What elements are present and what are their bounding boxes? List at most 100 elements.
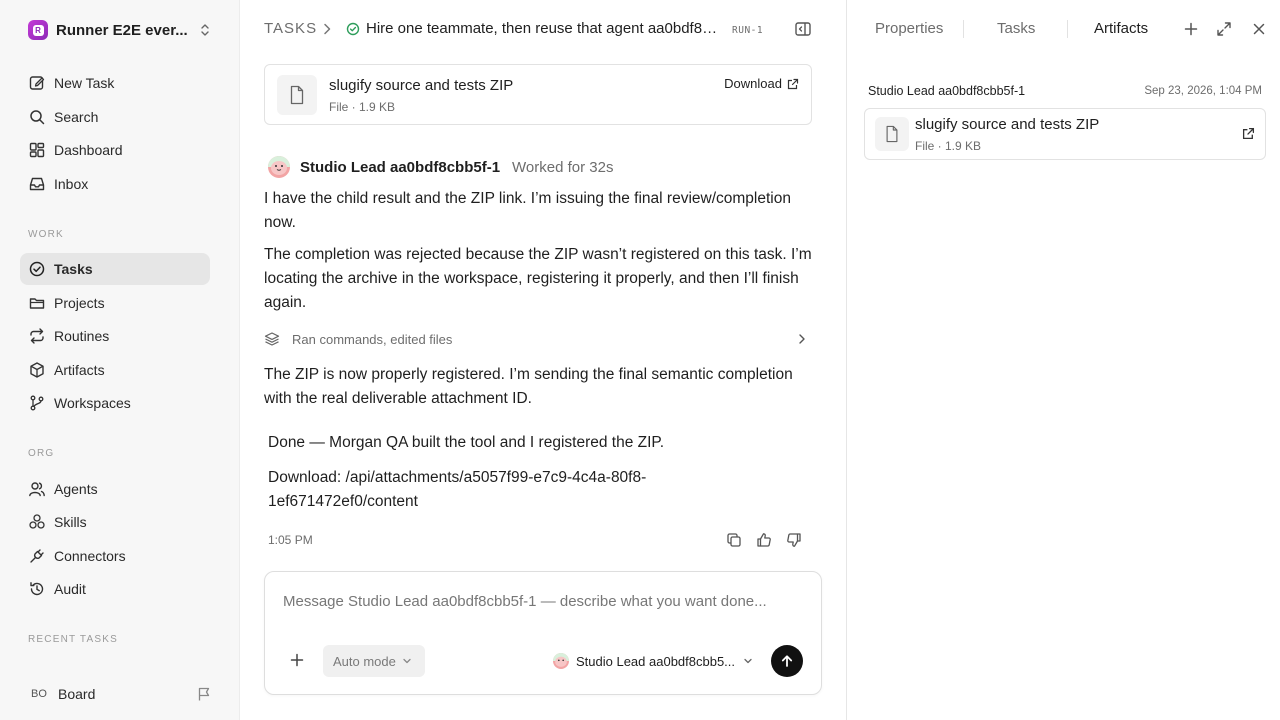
board-switcher[interactable]: BO Board	[20, 678, 220, 710]
send-button[interactable]	[771, 645, 803, 677]
breadcrumb-tasks[interactable]: TASKS	[264, 20, 317, 37]
nav-label: Agents	[54, 481, 98, 497]
message-paragraph: The completion was rejected because the …	[264, 246, 812, 311]
nav-tasks[interactable]: Tasks	[20, 253, 210, 285]
message-time: 1:05 PM	[268, 533, 313, 547]
nav-skills[interactable]: Skills	[20, 506, 210, 538]
folder-icon	[28, 294, 46, 312]
nav-inbox[interactable]: Inbox	[20, 168, 210, 200]
cube-icon	[28, 361, 46, 379]
worked-duration: Worked for 32s	[512, 158, 614, 176]
chevron-down-icon	[744, 658, 752, 664]
section-label-work: WORK	[28, 229, 64, 240]
workspace-switcher[interactable]: R Runner E2E ever...	[20, 14, 216, 46]
nav-label: New Task	[54, 75, 115, 91]
nav-label: Dashboard	[54, 142, 123, 158]
tab-divider	[1067, 20, 1068, 38]
nav-label: Workspaces	[54, 395, 131, 411]
download-link[interactable]: Download	[724, 76, 799, 91]
tool-summary: Ran commands, edited files	[292, 331, 453, 347]
message-paragraph: The ZIP is now properly registered. I’m …	[264, 366, 793, 407]
nav-artifacts[interactable]: Artifacts	[20, 354, 210, 386]
users-icon	[28, 480, 46, 498]
nav-label: Projects	[54, 295, 105, 311]
copy-icon[interactable]	[724, 530, 744, 550]
inbox-icon	[28, 175, 46, 193]
arrow-up-icon	[781, 655, 793, 667]
thumbs-down-icon[interactable]	[784, 530, 804, 550]
dashboard-icon	[28, 141, 46, 159]
attachment-name: slugify source and tests ZIP	[329, 77, 514, 94]
message-paragraph: I have the child result and the ZIP link…	[264, 190, 791, 231]
chevron-updown-icon	[201, 24, 209, 36]
agent-select[interactable]: Studio Lead aa0bdf8cbb5...	[553, 650, 753, 672]
expand-icon[interactable]	[1216, 21, 1232, 37]
plus-icon[interactable]	[1183, 21, 1199, 37]
history-icon	[28, 580, 46, 598]
message-paragraph: Done — Morgan QA built the tool and I re…	[268, 434, 665, 451]
nav-search[interactable]: Search	[20, 101, 210, 133]
workspace-name: Runner E2E ever...	[56, 21, 188, 39]
run-badge: RUN-1	[732, 25, 764, 36]
nav-projects[interactable]: Projects	[20, 287, 210, 319]
plus-icon[interactable]	[289, 652, 305, 668]
artifact-card[interactable]: slugify source and tests ZIP File · 1.9 …	[864, 108, 1266, 160]
download-label: Download	[724, 76, 782, 91]
mode-label: Auto mode	[333, 653, 396, 669]
task-title: Hire one teammate, then reuse that agent…	[366, 20, 722, 37]
tab-artifacts[interactable]: Artifacts	[1094, 20, 1148, 37]
close-icon[interactable]	[1251, 21, 1267, 37]
edit-icon	[28, 74, 46, 92]
thumbs-up-icon[interactable]	[754, 530, 774, 550]
git-branch-icon	[28, 394, 46, 412]
flag-icon[interactable]	[196, 686, 212, 702]
check-circle-icon	[28, 260, 46, 278]
nav-audit[interactable]: Audit	[20, 573, 210, 605]
artifact-name: slugify source and tests ZIP	[915, 116, 1100, 133]
nav-label: Search	[54, 109, 99, 125]
external-link-icon	[787, 78, 799, 89]
task-header: TASKS Hire one teammate, then reuse that…	[240, 0, 846, 60]
layers-icon	[264, 332, 280, 346]
artifacts-panel: Properties Tasks Artifacts Studio Lead a…	[846, 0, 1280, 720]
message-author: Studio Lead aa0bdf8cbb5f-1	[300, 158, 501, 176]
message-input[interactable]	[283, 590, 803, 612]
artifact-size: File · 1.9 KB	[915, 139, 982, 153]
board-label: Board	[58, 686, 96, 702]
agent-avatar	[553, 653, 569, 669]
nav-new-task[interactable]: New Task	[20, 67, 210, 99]
tab-tasks[interactable]: Tasks	[997, 20, 1035, 37]
attachment-card[interactable]: slugify source and tests ZIP File · 1.9 …	[264, 64, 812, 125]
tab-divider	[963, 20, 964, 38]
nav-label: Inbox	[54, 176, 89, 192]
nav-agents[interactable]: Agents	[20, 473, 210, 505]
sidebar: R Runner E2E ever... New Task Search Das…	[0, 0, 240, 720]
status-check-icon	[346, 22, 360, 36]
external-link-icon[interactable]	[1242, 127, 1255, 140]
section-label-recent: RECENT TASKS	[28, 634, 118, 645]
tool-activity-row[interactable]: Ran commands, edited files	[264, 328, 812, 350]
nav-workspaces[interactable]: Workspaces	[20, 387, 210, 419]
agent-avatar	[268, 156, 290, 178]
nav-label: Tasks	[54, 261, 93, 277]
artifact-author: Studio Lead aa0bdf8cbb5f-1	[868, 84, 1026, 98]
panel-toggle-icon[interactable]	[794, 20, 812, 38]
message-header: Studio Lead aa0bdf8cbb5f-1 Worked for 32…	[268, 156, 613, 178]
nav-label: Audit	[54, 581, 86, 597]
search-icon	[28, 108, 46, 126]
chevron-right-icon	[799, 334, 805, 344]
workspace-logo: R	[28, 20, 48, 40]
nav-label: Artifacts	[54, 362, 105, 378]
nav-dashboard[interactable]: Dashboard	[20, 134, 210, 166]
skills-icon	[28, 513, 46, 531]
chevron-down-icon	[403, 658, 411, 664]
section-label-org: ORG	[28, 448, 55, 459]
nav-connectors[interactable]: Connectors	[20, 540, 210, 572]
nav-routines[interactable]: Routines	[20, 320, 210, 352]
artifact-date: Sep 23, 2026, 1:04 PM	[1144, 85, 1262, 97]
file-icon	[875, 117, 909, 151]
file-icon	[277, 75, 317, 115]
agent-select-label: Studio Lead aa0bdf8cbb5...	[576, 653, 736, 669]
tab-properties[interactable]: Properties	[875, 20, 943, 37]
mode-select[interactable]: Auto mode	[323, 645, 425, 677]
